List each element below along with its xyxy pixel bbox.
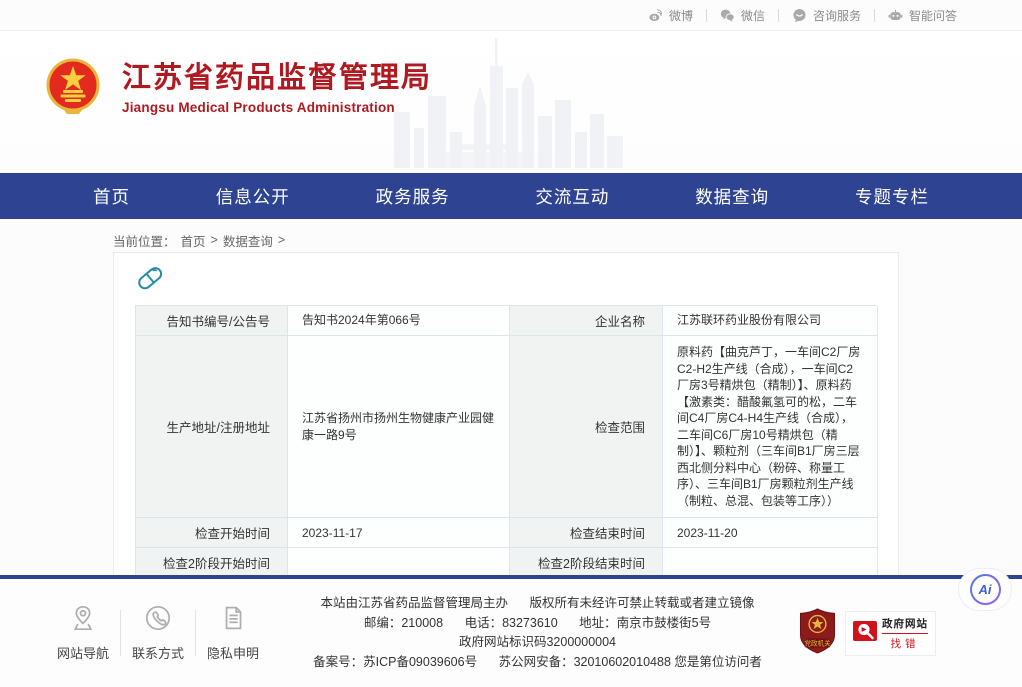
gov-site-badge-text: 政府网站 找错 [882,616,928,651]
footer-postcode: 邮编：210008 [364,614,443,634]
ai-assistant-button[interactable]: Ai [970,574,1001,605]
start-time-value: 2023-11-17 [288,518,510,548]
main-nav: 首页 信息公开 政务服务 交流互动 数据查询 专题专栏 [0,173,1022,219]
site-header: 江苏省药品监督管理局 Jiangsu Medical Products Admi… [0,31,1022,173]
phase2-start-value [288,548,510,578]
wechat-label: 微信 [741,7,765,24]
site-subtitle: Jiangsu Medical Products Administration [122,100,432,115]
magnifier-icon [853,619,877,648]
nav-item-gov-services[interactable]: 政务服务 [376,184,450,209]
footer-copyright-text: 版权所有未经许可禁止转载或者建立镜像 [529,594,754,614]
smart-qa-label: 智能问答 [909,7,957,24]
phase2-end-value [663,548,878,578]
footer-badges: 党政机关 政府网站 找错 [799,608,936,659]
end-time-label: 检查结束时间 [510,518,663,548]
party-gov-shield-badge[interactable]: 党政机关 [799,608,836,659]
chat-icon [792,8,807,23]
footer-security-number: 苏公网安备：32010602010488 您是第位访问者 [499,653,762,673]
robot-icon [888,8,903,23]
breadcrumb: 当前位置： 首页 > 数据查询 > [113,228,1022,252]
footer-link-site-map[interactable]: 网站导航 [46,604,120,662]
pill-icon [135,263,878,297]
breadcrumb-data-query-link[interactable]: 数据查询 [223,231,273,250]
site-footer: Ai 网站导航 联系方式 [0,575,1022,687]
ai-assistant-notch: Ai [959,569,1011,610]
privacy-doc-icon [219,604,247,635]
nav-item-info-disclosure[interactable]: 信息公开 [216,184,290,209]
national-emblem-logo [44,57,102,120]
footer-address: 地址：南京市鼓楼街5号 [579,614,711,634]
weibo-icon [648,8,663,23]
smart-qa-link[interactable]: 智能问答 [875,7,970,24]
scope-label: 检查范围 [510,336,663,518]
main-content: 当前位置： 首页 > 数据查询 > 告知书编号/公告号 告知书2024年第066… [0,219,1022,575]
gov-site-error-report-badge[interactable]: 政府网站 找错 [845,611,936,656]
breadcrumb-prefix: 当前位置： [113,231,176,250]
footer-link-label: 隐私申明 [207,643,259,662]
gov-site-badge-line1: 政府网站 [882,616,928,634]
notice-no-value: 告知书2024年第066号 [288,306,510,336]
wechat-link[interactable]: 微信 [707,7,778,24]
start-time-label: 检查开始时间 [136,518,288,548]
footer-line-1: 本站由江苏省药品监督管理局主办 版权所有未经许可禁止转载或者建立镜像 [276,594,799,614]
address-label: 生产地址/注册地址 [136,336,288,518]
gov-site-badge-line2: 找错 [891,636,920,651]
footer-link-label: 联系方式 [132,643,184,662]
footer-info-text: 本站由江苏省药品监督管理局主办 版权所有未经许可禁止转载或者建立镜像 邮编：21… [270,594,799,672]
footer-link-label: 网站导航 [57,643,109,662]
nav-item-data-query[interactable]: 数据查询 [695,184,769,209]
wechat-icon [720,8,735,23]
breadcrumb-home-link[interactable]: 首页 [181,231,206,250]
footer-line-3: 备案号：苏ICP备09039606号 苏公网安备：32010602010488 … [276,653,799,673]
company-value: 江苏联环药业股份有限公司 [663,306,878,336]
footer-phone: 电话：83273610 [465,614,558,634]
consult-service-link[interactable]: 咨询服务 [779,7,874,24]
footer-link-privacy[interactable]: 隐私申明 [196,604,270,662]
weibo-link[interactable]: 微博 [635,7,706,24]
address-value: 江苏省扬州市扬州生物健康产业园健康一路9号 [288,336,510,518]
footer-quick-links: 网站导航 联系方式 隐私申明 [46,604,270,662]
phase2-end-label: 检查2阶段结束时间 [510,548,663,578]
footer-site-id: 政府网站标识码3200000004 [459,633,616,653]
footer-host-text: 本站由江苏省药品监督管理局主办 [320,594,508,614]
breadcrumb-separator: > [278,233,285,247]
company-label: 企业名称 [510,306,663,336]
end-time-value: 2023-11-20 [663,518,878,548]
scope-value: 原料药【曲克芦丁，一车间C2厂房C2-H2生产线（合成），一车间C2厂房3号精烘… [663,336,878,518]
breadcrumb-separator: > [211,233,218,247]
top-utility-bar: 微博 微信 咨询服务 智能问答 [0,0,1022,31]
site-title: 江苏省药品监督管理局 [122,62,432,95]
party-gov-badge-label: 党政机关 [804,638,831,647]
nav-item-special-topics[interactable]: 专题专栏 [855,184,929,209]
site-map-icon [69,604,97,635]
phase2-start-label: 检查2阶段开始时间 [136,548,288,578]
nav-item-interaction[interactable]: 交流互动 [535,184,609,209]
phone-icon [144,604,172,635]
footer-icp-number: 备案号：苏ICP备09039606号 [313,653,477,673]
footer-link-contact[interactable]: 联系方式 [121,604,195,662]
footer-line-2: 邮编：210008 电话：83273610 地址：南京市鼓楼街5号 政府网站标识… [276,614,799,653]
weibo-label: 微博 [669,7,693,24]
notice-no-label: 告知书编号/公告号 [136,306,288,336]
consult-service-label: 咨询服务 [813,7,861,24]
nav-item-home[interactable]: 首页 [93,184,130,209]
